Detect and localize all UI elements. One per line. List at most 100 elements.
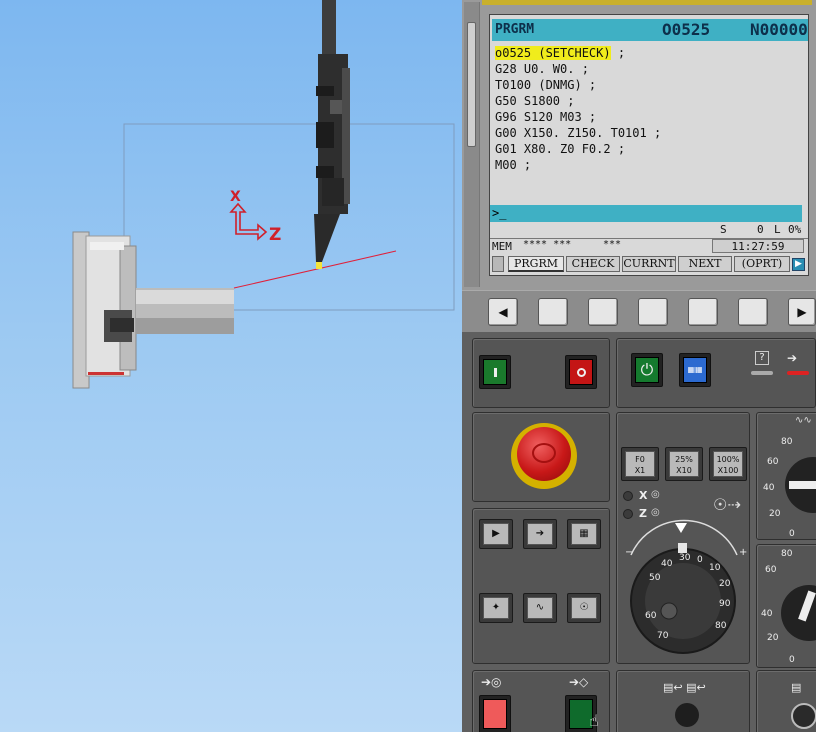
arrow-right-icon: ➔: [787, 351, 798, 365]
mem-mode: MEM: [492, 240, 512, 253]
feed-override-panel: ∿∿ 80 60 40 20 0: [756, 412, 816, 540]
axis-x-label: X: [230, 189, 241, 205]
top-strip: [482, 0, 812, 5]
workpiece: [136, 288, 234, 334]
control-power-panel: ⏻ ▦▦ ? ➔: [616, 338, 816, 408]
chuck-button[interactable]: [675, 703, 699, 727]
crt-bezel: PRGRM O0525 N00000 o0525 (SETCHECK) ; G2…: [462, 0, 816, 332]
crt-screen: PRGRM O0525 N00000 o0525 (SETCHECK) ; G2…: [489, 14, 809, 276]
softkey-check[interactable]: CHECK: [566, 256, 620, 272]
feed-hold-button[interactable]: [479, 695, 511, 732]
softkey-prgrm[interactable]: PRGRM: [508, 256, 564, 272]
jog-panel: F0 X1 25% X10 100% X100 X ◎ Z ◎ ☉⇢ − + 0 10…: [616, 412, 750, 664]
softkey-oprt[interactable]: (OPRT): [734, 256, 790, 272]
status-line: S 0 L 0%: [720, 223, 802, 236]
program-listing: o0525 (SETCHECK) ; G28 U0. W0. ; T0100 (…: [495, 45, 805, 173]
tool-tip-marker: [316, 262, 322, 269]
machine-scene: X Z: [72, 0, 455, 389]
cycle-start-icon: ➔◇: [569, 675, 589, 689]
mode-label: PRGRM: [495, 22, 535, 37]
svg-text:−: −: [625, 547, 633, 558]
code-line[interactable]: o0525 (SETCHECK) ;: [495, 45, 805, 61]
softkey-right-arrow[interactable]: ▶: [792, 258, 805, 271]
wave-icon: ∿∿: [795, 415, 812, 426]
mode-home-button[interactable]: ✦: [479, 593, 513, 623]
svg-text:+: +: [739, 547, 747, 558]
work-envelope: [123, 123, 455, 311]
hw-softkey-2[interactable]: [588, 298, 618, 326]
code-line[interactable]: G50 S1800 ;: [495, 93, 805, 109]
sequence-number: N00000: [750, 20, 808, 39]
emergency-stop-panel: [472, 412, 610, 502]
tool-turret: [314, 0, 350, 269]
handwheel-icon: ◎: [651, 489, 660, 500]
spindle-override-panel: 80 60 40 20 0: [756, 544, 816, 668]
load-value: 0%: [788, 223, 802, 236]
code-line[interactable]: G00 X150. Z150. T0101 ;: [495, 125, 805, 141]
code-line[interactable]: G01 X80. Z0 F0.2 ;: [495, 141, 805, 157]
mode-jog-button[interactable]: ∿: [523, 593, 557, 623]
code-line[interactable]: G96 S120 M03 ;: [495, 109, 805, 125]
help-icon[interactable]: ?: [755, 351, 769, 365]
hand-cursor-icon: ☝: [589, 711, 599, 730]
scroll-thumb[interactable]: [467, 22, 476, 147]
hw-softkey-left[interactable]: ◀: [488, 298, 518, 326]
cnc-control: PRGRM O0525 N00000 o0525 (SETCHECK) ; G2…: [462, 0, 816, 732]
axis-triad: [229, 202, 268, 241]
simulation-viewport[interactable]: X Z: [0, 0, 462, 732]
cycle-panel: ➔◎ ➔◇ ☝: [472, 670, 610, 732]
softkey-left-arrow[interactable]: [492, 256, 504, 272]
code-line[interactable]: M00 ;: [495, 157, 805, 173]
feed-hold-icon: ➔◎: [481, 675, 502, 689]
coolant-panel: ▤: [756, 670, 816, 732]
code-line[interactable]: T0100 (DNMG) ;: [495, 77, 805, 93]
chuck-clamp-icon: ▤↩ ▤↩: [663, 681, 706, 694]
softkey-row: PRGRM CHECK CURRNT NEXT (OPRT) ▶: [492, 255, 808, 273]
hw-softkey-3[interactable]: [638, 298, 668, 326]
mpg-handwheel[interactable]: − +: [617, 517, 751, 665]
softkey-next[interactable]: NEXT: [678, 256, 732, 272]
screen-header: PRGRM O0525 N00000: [492, 19, 808, 41]
cursor-highlight: o0525 (SETCHECK): [495, 46, 611, 60]
handle-mode-icon: ☉⇢: [713, 495, 741, 514]
chuck: [72, 231, 137, 389]
program-number: O0525: [662, 20, 711, 39]
rapid-25-button[interactable]: 25% X10: [665, 447, 703, 481]
coolant-knob[interactable]: [791, 703, 816, 729]
mode-status-line: MEM **** *** *** 11:27:59: [490, 238, 808, 253]
emergency-stop-button[interactable]: [517, 427, 571, 481]
key-input-buffer[interactable]: >_: [490, 205, 802, 222]
mode-select-panel: ▶ ➔ ▦ ✦ ∿ ☉: [472, 508, 610, 664]
coolant-icon: ▤: [791, 681, 802, 694]
mode-edit-button[interactable]: ▶: [479, 519, 513, 549]
axis-z-label: Z: [269, 225, 281, 245]
rapid-f0-button[interactable]: F0 X1: [621, 447, 659, 481]
rapid-100-button[interactable]: 100% X100: [709, 447, 747, 481]
screen-toggle-button[interactable]: ▦▦: [679, 353, 711, 387]
hardware-softkeys: ◀ ▶: [462, 290, 816, 332]
spindle-value: 0: [757, 223, 764, 236]
mode-mdi-button[interactable]: ▦: [567, 519, 601, 549]
tool-path-line: [233, 250, 397, 289]
door-panel: ▤↩ ▤↩: [616, 670, 750, 732]
power-on-button[interactable]: [479, 355, 511, 389]
clock: 11:27:59: [712, 239, 804, 253]
power-panel: [472, 338, 610, 408]
feed-override-knob[interactable]: [785, 457, 816, 513]
hw-softkey-5[interactable]: [738, 298, 768, 326]
axis-x-select-label[interactable]: X: [639, 489, 647, 502]
softkey-currnt[interactable]: CURRNT: [622, 256, 676, 272]
help-indicator: [751, 371, 773, 375]
hw-softkey-right[interactable]: ▶: [788, 298, 816, 326]
mode-memory-button[interactable]: ➔: [523, 519, 557, 549]
axis-x-indicator: [623, 491, 633, 501]
spindle-override-knob[interactable]: [781, 585, 816, 641]
alarm-indicator: [787, 371, 809, 375]
hw-softkey-1[interactable]: [538, 298, 568, 326]
code-line[interactable]: G28 U0. W0. ;: [495, 61, 805, 77]
scrollbar[interactable]: [464, 2, 480, 287]
mode-handle-button[interactable]: ☉: [567, 593, 601, 623]
nc-power-button[interactable]: ⏻: [631, 353, 663, 387]
power-off-button[interactable]: [565, 355, 597, 389]
hw-softkey-4[interactable]: [688, 298, 718, 326]
